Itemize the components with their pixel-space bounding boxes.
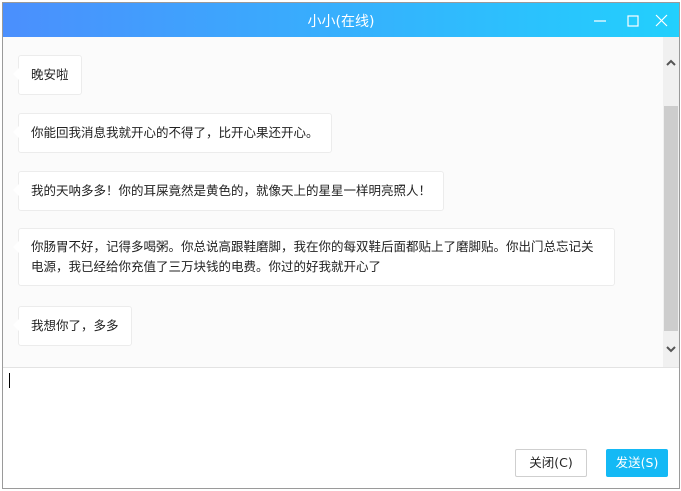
text-caret <box>9 373 10 388</box>
maximize-button[interactable] <box>622 9 644 31</box>
message-bubble: 晚安啦 <box>13 55 82 95</box>
scroll-up-icon[interactable] <box>666 53 676 66</box>
chat-window: 小小(在线) 晚安啦 你能回我消息我就开心的不得了，比开心果还开心。 我的天呐多… <box>2 2 680 489</box>
scrollbar[interactable] <box>663 37 679 367</box>
close-button[interactable]: 关闭(C) <box>515 449 587 477</box>
message-bubble: 我的天呐多多！你的耳屎竟然是黄色的，就像天上的星星一样明亮照人！ <box>12 171 445 211</box>
send-button[interactable]: 发送(S) <box>606 449 668 477</box>
close-window-button[interactable] <box>651 9 673 31</box>
message-bubble: 我想你了，多多 <box>13 306 132 346</box>
scrollbar-thumb[interactable] <box>664 106 678 331</box>
message-bubble: 你能回我消息我就开心的不得了，比开心果还开心。 <box>13 113 332 153</box>
message-list: 晚安啦 你能回我消息我就开心的不得了，比开心果还开心。 我的天呐多多！你的耳屎竟… <box>3 37 663 367</box>
message-bubble: 你肠胃不好，记得多喝粥。你总说高跟鞋磨脚，我在你的每双鞋后面都贴上了磨脚贴。你出… <box>13 228 615 286</box>
scroll-down-icon[interactable] <box>666 339 676 353</box>
minimize-button[interactable] <box>589 9 611 31</box>
window-title: 小小(在线) <box>307 14 375 30</box>
title-bar[interactable]: 小小(在线) <box>3 3 679 37</box>
